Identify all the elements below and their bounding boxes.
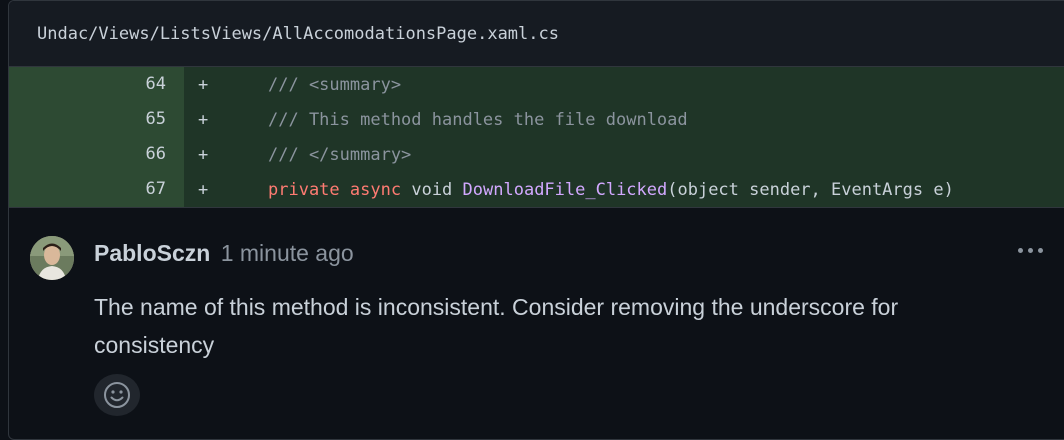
timestamp-link[interactable]: 1 minute ago [221, 240, 354, 266]
user-avatar-icon [30, 236, 74, 280]
code-line: /// This method handles the file downloa… [268, 109, 688, 130]
line-number[interactable]: 65 [9, 102, 184, 137]
code-line: /// </summary> [268, 144, 412, 165]
addition-marker: + [198, 179, 209, 200]
file-path-link[interactable]: Undac/Views/ListsViews/AllAccomodationsP… [37, 24, 559, 44]
params-token: (object sender, EventArgs e) [667, 179, 954, 200]
diff-line: 66 + /// </summary> [9, 137, 1064, 172]
addition-marker: + [198, 74, 209, 95]
kebab-horizontal-icon[interactable] [1018, 248, 1043, 253]
comment: PabloSczn 1 minute ago The name of this … [9, 207, 1064, 438]
addition-marker: + [198, 109, 209, 130]
type-token: void [411, 179, 453, 200]
review-comment-card: Undac/Views/ListsViews/AllAccomodationsP… [8, 0, 1064, 440]
diff-line: 67 + private async void DownloadFile_Cli… [9, 172, 1064, 207]
line-number[interactable]: 67 [9, 172, 184, 207]
line-number[interactable]: 66 [9, 137, 184, 172]
code-line: /// <summary> [268, 74, 402, 95]
comment-header: PabloSczn 1 minute ago [94, 240, 354, 267]
diff-line: 65 + /// This method handles the file do… [9, 102, 1064, 137]
avatar[interactable] [30, 236, 74, 280]
comment-body: The name of this method is inconsistent.… [94, 294, 899, 358]
keyword-token: async [349, 179, 402, 200]
author-link[interactable]: PabloSczn [94, 240, 210, 266]
add-reaction-button[interactable] [94, 374, 140, 416]
file-header: Undac/Views/ListsViews/AllAccomodationsP… [9, 1, 1064, 67]
diff-line: 64 + /// <summary> [9, 67, 1064, 102]
line-number[interactable]: 64 [9, 67, 184, 102]
code-line: private async void DownloadFile_Clicked(… [224, 180, 954, 200]
smiley-icon [104, 382, 130, 408]
function-name-token: DownloadFile_Clicked [462, 179, 668, 200]
diff-hunk: 64 + /// <summary> 65 + /// This method … [9, 67, 1064, 207]
keyword-token: private [268, 179, 340, 200]
addition-marker: + [198, 144, 209, 165]
